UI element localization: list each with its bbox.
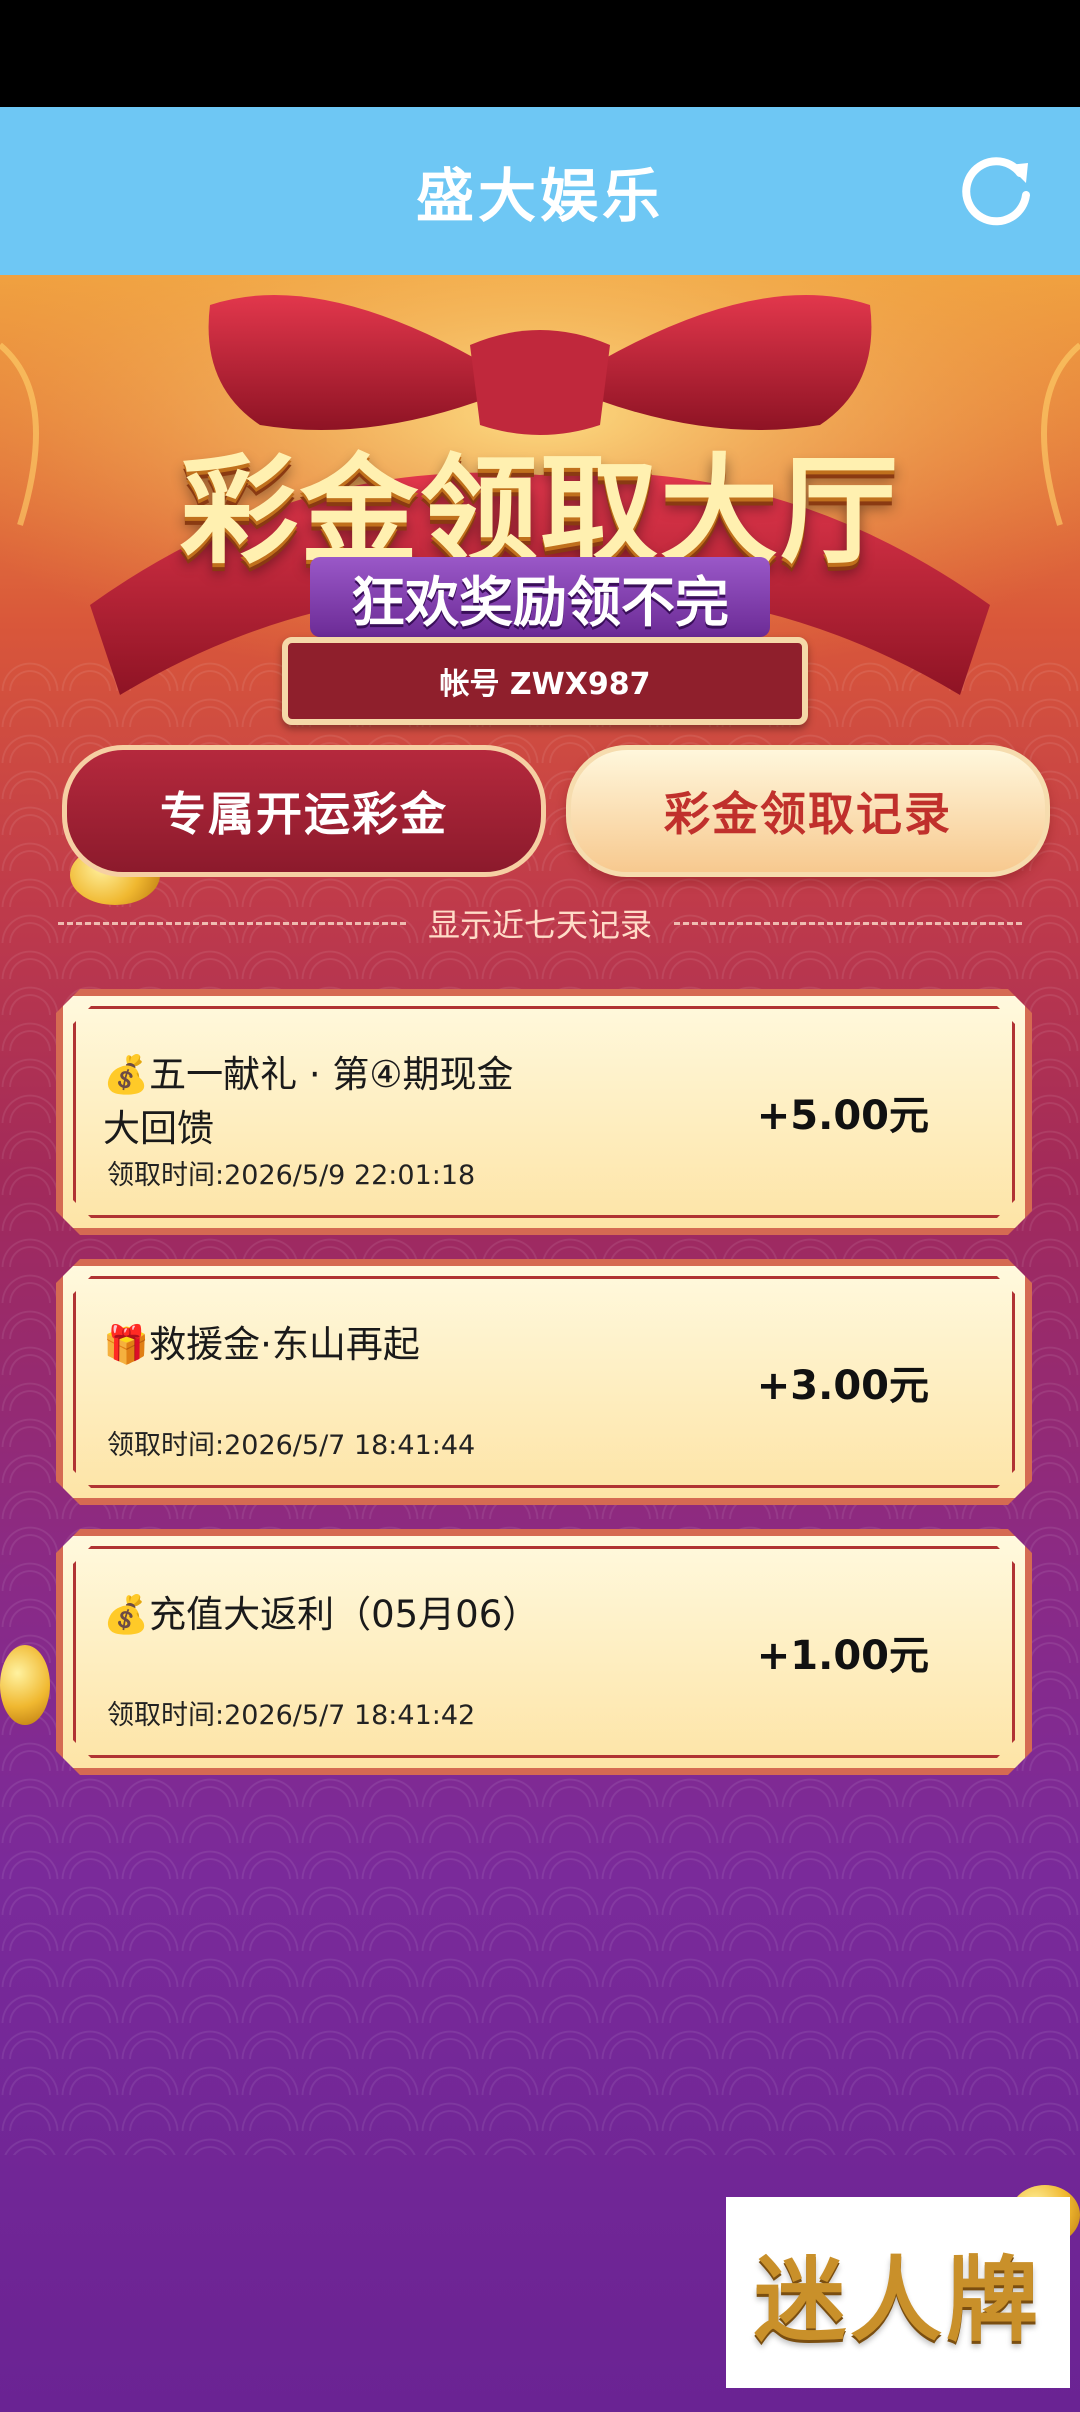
watermark-logo: 迷人牌	[726, 2197, 1070, 2388]
tab-bonus-records[interactable]: 彩金领取记录	[566, 745, 1050, 877]
divider-line	[58, 921, 406, 925]
banner: 彩金领取大厅 狂欢奖励领不完 帐号 ZWX987	[0, 275, 1080, 735]
record-amount: +1.00元	[756, 1633, 929, 1679]
coin-decoration	[0, 1645, 50, 1725]
record-time: 领取时间:2026/5/7 18:41:44	[107, 1430, 476, 1461]
status-bar	[0, 0, 1080, 107]
watermark-text: 迷人牌	[753, 2246, 1042, 2354]
content-area: 彩金领取大厅 狂欢奖励领不完 帐号 ZWX987 专属开运彩金 彩金领取记录 显…	[0, 275, 1080, 2412]
record-amount: +5.00元	[756, 1093, 929, 1139]
record-time: 领取时间:2026/5/7 18:41:42	[107, 1700, 476, 1731]
record-title: 💰充值大返利（05月06）	[103, 1593, 540, 1636]
record-title: 🎁救援金·东山再起	[103, 1323, 420, 1366]
records-divider: 显示近七天记录	[58, 903, 1023, 944]
divider-line	[674, 921, 1023, 925]
refresh-icon[interactable]	[958, 151, 1038, 231]
record-title: 💰五一献礼 · 第④期现金大回馈	[103, 1053, 514, 1150]
banner-subtitle: 狂欢奖励领不完	[310, 557, 770, 637]
account-label: 帐号 ZWX987	[282, 637, 808, 725]
record-card[interactable]: 🎁救援金·东山再起 领取时间:2026/5/7 18:41:44 +3.00元	[56, 1259, 1032, 1505]
record-card[interactable]: 💰充值大返利（05月06） 领取时间:2026/5/7 18:41:42 +1.…	[56, 1529, 1032, 1775]
divider-label: 显示近七天记录	[428, 906, 653, 944]
tab-exclusive-bonus[interactable]: 专属开运彩金	[62, 745, 546, 877]
record-card[interactable]: 💰五一献礼 · 第④期现金大回馈 领取时间:2026/5/9 22:01:18 …	[56, 989, 1032, 1235]
record-amount: +3.00元	[756, 1363, 929, 1409]
app-title: 盛大娱乐	[415, 162, 664, 230]
title-bar: 盛大娱乐	[0, 107, 1080, 275]
record-time: 领取时间:2026/5/9 22:01:18	[107, 1160, 476, 1191]
